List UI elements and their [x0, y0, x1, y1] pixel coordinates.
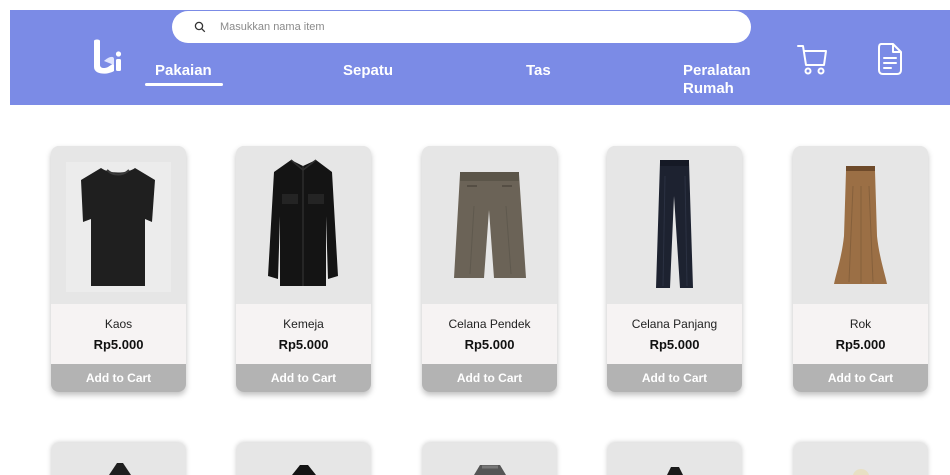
- product-card[interactable]: [607, 443, 742, 475]
- add-to-cart-button[interactable]: Add to Cart: [236, 364, 371, 392]
- add-to-cart-button[interactable]: Add to Cart: [51, 364, 186, 392]
- search-input[interactable]: [220, 21, 700, 33]
- nav-tab-label-line2: Rumah: [683, 80, 734, 97]
- product-image: [474, 465, 506, 475]
- product-price: Rp5.000: [649, 337, 700, 352]
- product-image[interactable]: [422, 146, 557, 304]
- shirt-image: [268, 159, 338, 286]
- product-price: Rp5.000: [835, 337, 886, 352]
- product-name: Kaos: [104, 317, 133, 331]
- product-image[interactable]: [607, 146, 742, 304]
- product-info: Celana Panjang Rp5.000: [607, 304, 742, 364]
- product-price: Rp5.000: [278, 337, 329, 352]
- product-card[interactable]: Rok Rp5.000 Add to Cart: [793, 146, 928, 392]
- nav-tab-label-line1: Peralatan: [683, 62, 751, 79]
- product-name: Rok: [849, 317, 872, 331]
- product-image: [667, 467, 683, 475]
- add-to-cart-button[interactable]: Add to Cart: [607, 364, 742, 392]
- product-price: Rp5.000: [464, 337, 515, 352]
- nav-tab-peralatan-rumah[interactable]: Peralatan Rumah: [683, 62, 751, 98]
- wide-pants-image: [454, 172, 526, 278]
- product-card[interactable]: Kemeja Rp5.000 Add to Cart: [236, 146, 371, 392]
- add-to-cart-button[interactable]: Add to Cart: [422, 364, 557, 392]
- product-image: [853, 469, 869, 475]
- active-tab-indicator: [145, 83, 223, 86]
- long-pants-image: [656, 160, 693, 288]
- product-name: Celana Panjang: [631, 317, 718, 331]
- skirt-image: [834, 166, 887, 284]
- document-icon[interactable]: [876, 42, 904, 76]
- product-info: Kemeja Rp5.000: [236, 304, 371, 364]
- top-bar: Pakaian Sepatu Tas Peralatan Rumah: [10, 10, 950, 105]
- product-image[interactable]: [51, 146, 186, 304]
- tshirt-image: [66, 162, 171, 292]
- product-image[interactable]: [793, 146, 928, 304]
- nav-tab-tas[interactable]: Tas: [526, 62, 551, 80]
- logo-icon[interactable]: [86, 35, 130, 79]
- search-icon: [194, 21, 206, 33]
- nav-tab-sepatu[interactable]: Sepatu: [343, 62, 393, 80]
- product-card[interactable]: Celana Panjang Rp5.000 Add to Cart: [607, 146, 742, 392]
- nav-tab-pakaian[interactable]: Pakaian: [155, 62, 212, 80]
- product-name: Kemeja: [283, 317, 324, 331]
- cart-icon[interactable]: [795, 43, 829, 77]
- product-info: Kaos Rp5.000: [51, 304, 186, 364]
- search-bar[interactable]: [172, 11, 751, 43]
- product-image[interactable]: [236, 146, 371, 304]
- product-price: Rp5.000: [93, 337, 144, 352]
- product-card[interactable]: [422, 443, 557, 475]
- product-card[interactable]: Kaos Rp5.000 Add to Cart: [51, 146, 186, 392]
- product-card[interactable]: [236, 443, 371, 475]
- product-info: Rok Rp5.000: [793, 304, 928, 364]
- product-card[interactable]: [51, 443, 186, 475]
- add-to-cart-button[interactable]: Add to Cart: [793, 364, 928, 392]
- product-image: [109, 463, 131, 475]
- product-info: Celana Pendek Rp5.000: [422, 304, 557, 364]
- product-image: [292, 465, 316, 475]
- product-card[interactable]: Celana Pendek Rp5.000 Add to Cart: [422, 146, 557, 392]
- product-name: Celana Pendek: [448, 317, 531, 331]
- product-card[interactable]: [793, 443, 928, 475]
